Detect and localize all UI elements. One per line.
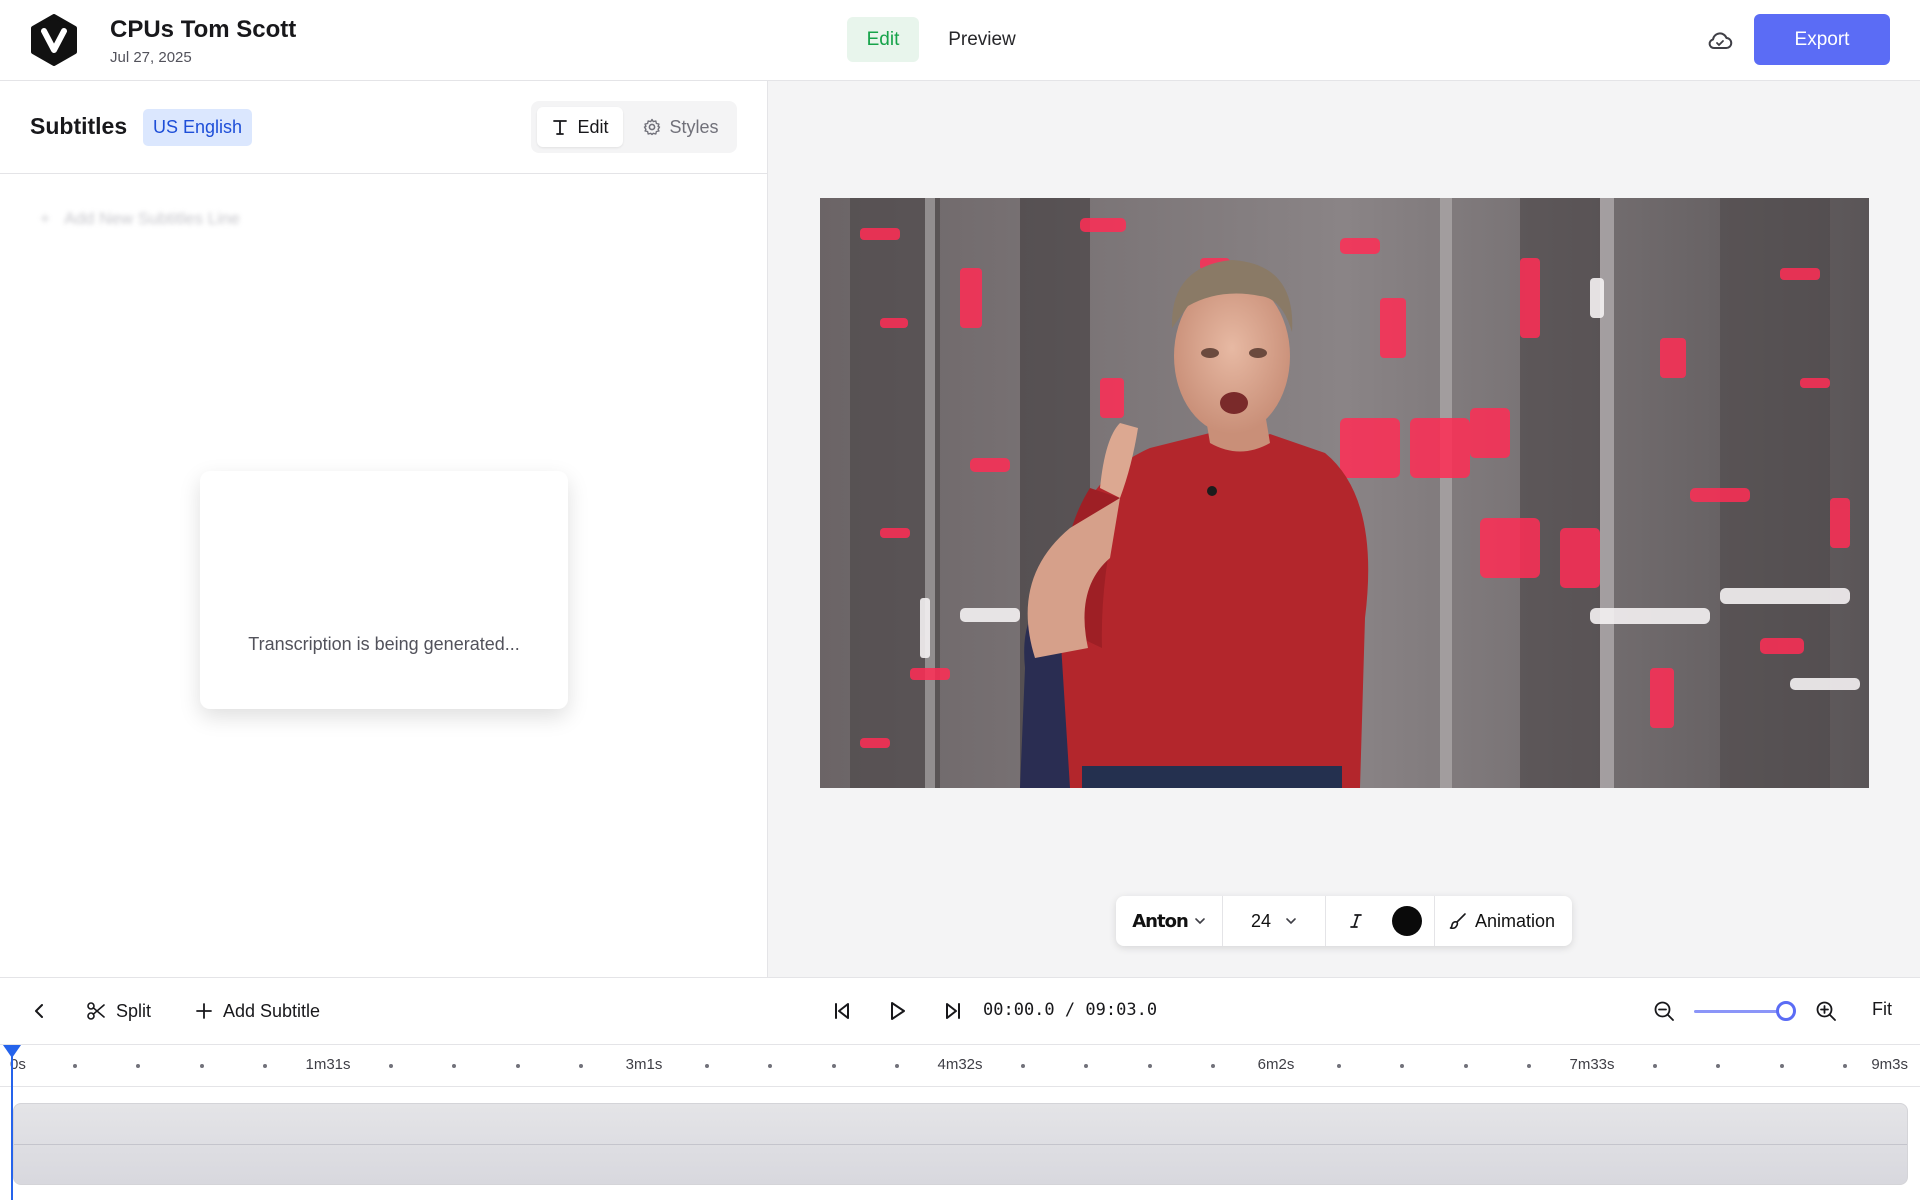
total-time: 09:03.0 [1085,1000,1158,1020]
ruler-dot [1021,1064,1026,1068]
ruler-tick-label: 3m1s [625,1056,663,1073]
subtitle-style-toolbar: Anton 24 Animation [1116,896,1572,946]
ruler-tick-label: 4m32s [937,1056,983,1073]
animation-label: Animation [1475,910,1556,931]
tab-edit-label: Edit [577,116,609,137]
playhead[interactable] [11,1045,13,1200]
ruler-dot [136,1064,141,1068]
project-date: Jul 27, 2025 [110,49,192,66]
ruler-dot [515,1064,520,1068]
font-size-value: 24 [1250,910,1272,931]
subtitles-title: Subtitles [30,113,128,139]
plus-icon: + [40,209,65,228]
project-title[interactable]: CPUs Tom Scott [110,16,296,44]
ruler-tick-label: 6m2s [1257,1056,1295,1073]
timeline-toolbar: Split Add Subtitle 00:00.0 / 09:03.0 Fit [0,978,1920,1045]
ruler-dot [1210,1064,1215,1068]
add-line-label: Add New Subtitles Line [64,209,240,228]
ruler-dot [452,1064,457,1068]
playhead-handle[interactable] [3,1045,21,1058]
chevron-down-icon [1286,918,1296,925]
export-button[interactable]: Export [1754,14,1890,65]
ruler-dot [1463,1064,1468,1068]
video-preview[interactable] [820,198,1869,788]
italic-toggle[interactable] [1326,912,1386,930]
chevron-down-icon [1194,918,1205,925]
ruler-dot [1147,1064,1152,1068]
ruler-dot [578,1064,583,1068]
timeline-panel: Split Add Subtitle 00:00.0 / 09:03.0 Fit… [0,977,1920,1200]
text-color-swatch[interactable] [1392,906,1422,936]
animation-button[interactable]: Animation [1434,896,1555,946]
logo-icon[interactable] [28,14,80,66]
zoom-slider-track[interactable] [1694,1010,1785,1013]
tab-styles[interactable]: Styles [631,107,731,147]
video-frame [820,198,1869,788]
cloud-icon[interactable] [1706,28,1734,54]
add-subtitle-line[interactable]: + Add New Subtitles Line [40,209,240,229]
timecode: 00:00.0 / 09:03.0 [983,1000,1157,1020]
panel-tabs: Edit Styles [531,101,737,153]
tab-edit[interactable]: Edit [537,107,623,147]
add-subtitle-button[interactable]: Add Subtitle [195,996,320,1026]
gear-icon [644,118,661,136]
time-separator: / [1064,1000,1076,1020]
ruler-dot [1842,1064,1847,1068]
ruler-dot [1084,1064,1089,1068]
plus-icon [196,1003,212,1019]
ruler-dot [705,1064,710,1068]
ruler-dot [262,1064,267,1068]
ruler-dot [199,1064,204,1068]
transcription-status-card: Transcription is being generated... [200,471,568,709]
split-label: Split [116,1000,152,1021]
text-icon [553,120,568,135]
top-bar: CPUs Tom Scott Jul 27, 2025 Edit Preview… [0,0,1920,81]
current-time: 00:00.0 [983,1000,1055,1020]
subtitles-panel: Subtitles US English Edit Styles + Add N… [0,81,768,977]
chevron-left-icon[interactable] [26,998,52,1024]
zoom-in-icon[interactable] [1813,998,1839,1024]
language-badge[interactable]: US English [143,109,253,146]
mode-preview-button[interactable]: Preview [934,17,1030,62]
brush-icon [1449,913,1466,930]
ruler-dot [831,1064,836,1068]
zoom-slider-handle[interactable] [1776,1001,1796,1021]
play-icon[interactable] [884,998,910,1024]
ruler-dot [1653,1064,1658,1068]
timeline-track[interactable] [13,1103,1908,1185]
subtitles-header: Subtitles US English Edit Styles [0,81,767,174]
track-divider [14,1144,1907,1145]
font-select[interactable]: Anton [1116,896,1223,946]
add-subtitle-label: Add Subtitle [223,1000,321,1021]
tab-styles-label: Styles [669,116,719,137]
fit-button[interactable]: Fit [1872,999,1892,1020]
skip-back-icon[interactable] [829,998,855,1024]
ruler-dot [894,1064,899,1068]
zoom-out-icon[interactable] [1651,998,1677,1024]
ruler-dot [389,1064,394,1068]
scissors-icon [87,1002,105,1020]
ruler-dot [1779,1064,1784,1068]
font-size-select[interactable]: 24 [1223,896,1326,946]
split-button[interactable]: Split [86,996,151,1026]
transcription-status: Transcription is being generated... [248,634,520,654]
ruler-dot [1716,1064,1721,1068]
ruler-dot [1400,1064,1405,1068]
ruler-tick-label: 1m31s [305,1056,351,1073]
ruler-dot [1337,1064,1342,1068]
ruler-dot [73,1064,78,1068]
timeline-ruler[interactable]: 0s 1m31s 3m1s 4m32s 6m2s 7m33s 9m3s [0,1045,1920,1087]
ruler-dot [1526,1064,1531,1068]
ruler-tick-label: 7m33s [1569,1056,1615,1073]
ruler-dot [768,1064,773,1068]
font-select-value: Anton [1132,910,1189,932]
skip-forward-icon[interactable] [940,998,966,1024]
ruler-tick-label: 9m3s [1871,1056,1908,1073]
italic-icon [1350,914,1362,928]
mode-edit-button[interactable]: Edit [847,17,919,62]
